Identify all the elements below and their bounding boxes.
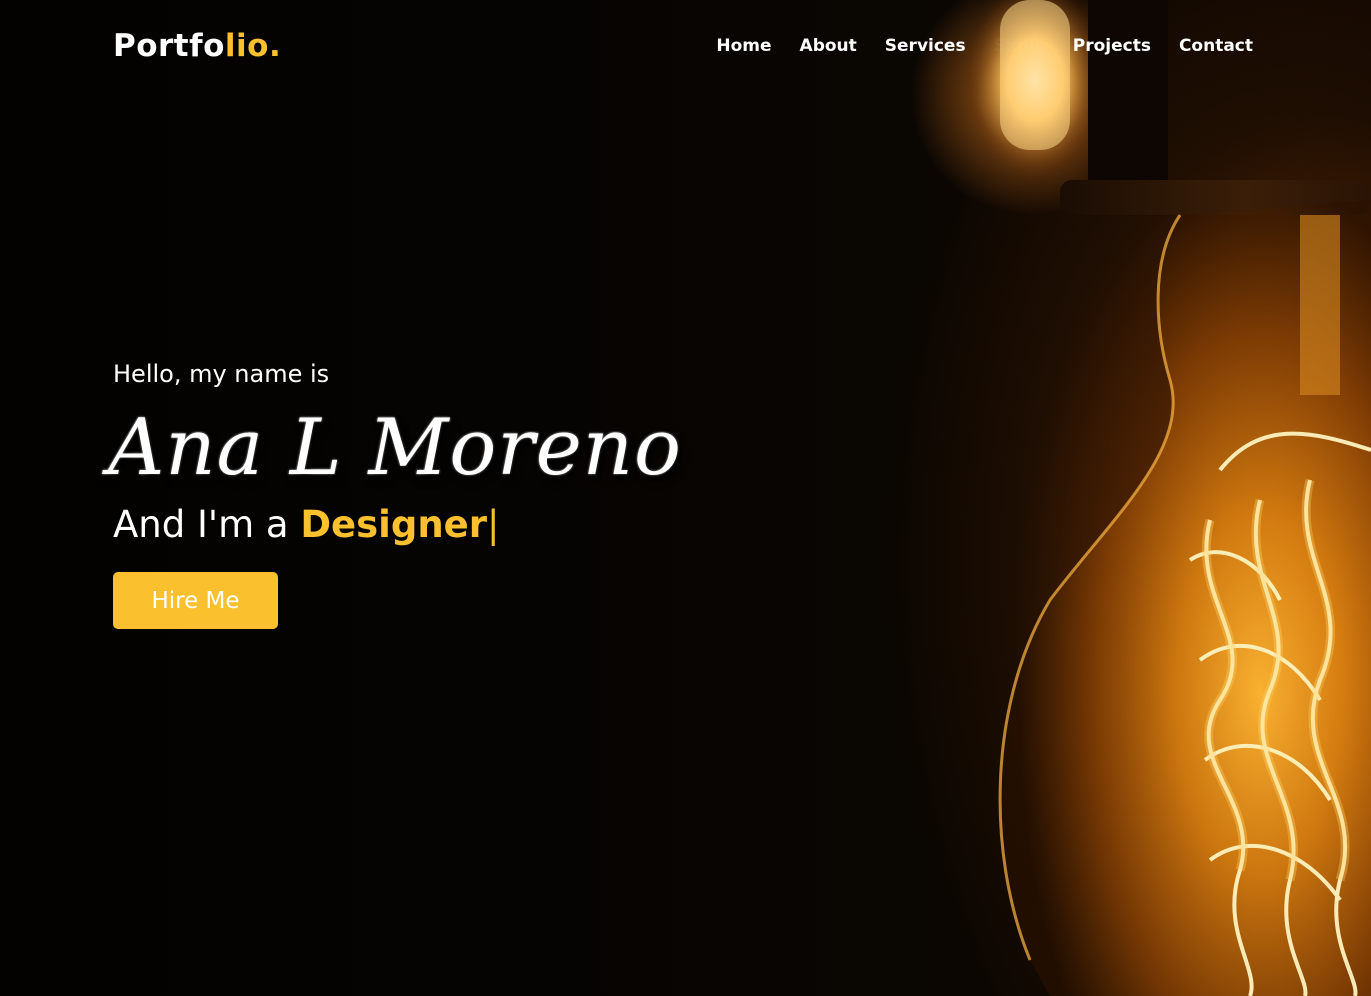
- role-line: And I'm a Designer|: [113, 502, 682, 548]
- nav-link-skills[interactable]: Skills: [994, 36, 1045, 56]
- logo[interactable]: Portfolio.: [113, 28, 281, 64]
- greeting-text: Hello, my name is: [113, 360, 330, 388]
- nav-link-contact[interactable]: Contact: [1179, 36, 1253, 56]
- hero-section: Portfolio. Home About Services Skills Pr…: [0, 0, 1371, 996]
- nav-link-services[interactable]: Services: [885, 36, 966, 56]
- role-text: Designer: [300, 503, 488, 546]
- nav-link-projects[interactable]: Projects: [1073, 36, 1151, 56]
- typing-cursor: |: [487, 503, 500, 546]
- role-prefix: And I'm a: [113, 503, 301, 546]
- nav-link-home[interactable]: Home: [716, 36, 771, 56]
- logo-accent-text: lio.: [224, 28, 282, 64]
- nav-menu: Home About Services Skills Projects Cont…: [716, 36, 1253, 56]
- logo-main-text: Portfo: [113, 28, 225, 64]
- hero-name: Ana L Moreno: [108, 403, 682, 493]
- navbar: Portfolio. Home About Services Skills Pr…: [0, 0, 1371, 95]
- light-bulb-image: [965, 0, 1371, 996]
- hire-me-button[interactable]: Hire Me: [113, 572, 278, 629]
- hero-content: Hello, my name is Ana L Moreno And I'm a…: [108, 358, 682, 629]
- nav-link-about[interactable]: About: [800, 36, 857, 56]
